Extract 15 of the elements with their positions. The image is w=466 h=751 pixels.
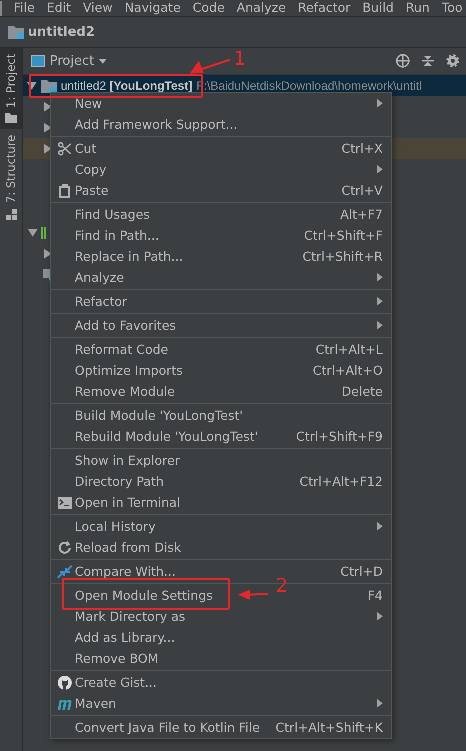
shortcut-label: Ctrl+Alt+F12 [300,474,383,489]
shortcut-label: Ctrl+Alt+L [316,342,383,357]
shortcut-label: F4 [368,588,383,603]
root-label: untitled2 [YouLongTest] [61,78,193,92]
shortcut-label: Alt+F7 [340,207,383,222]
shortcut-label: Ctrl+Shift+F [304,228,383,243]
shortcut-label: Ctrl+Shift+R [302,249,383,264]
shortcut-label: Ctrl+Shift+F9 [296,429,383,444]
annotation-number: 1 [234,48,246,70]
shortcut-label: Ctrl+Alt+Shift+K [276,720,383,735]
shortcut-label: Ctrl+V [342,183,383,198]
shortcut-label: Delete [342,384,383,399]
shortcut-label: Ctrl+D [340,564,383,579]
shortcut-label: Ctrl+Alt+O [313,363,383,378]
shortcut-label: Ctrl+X [342,141,383,156]
